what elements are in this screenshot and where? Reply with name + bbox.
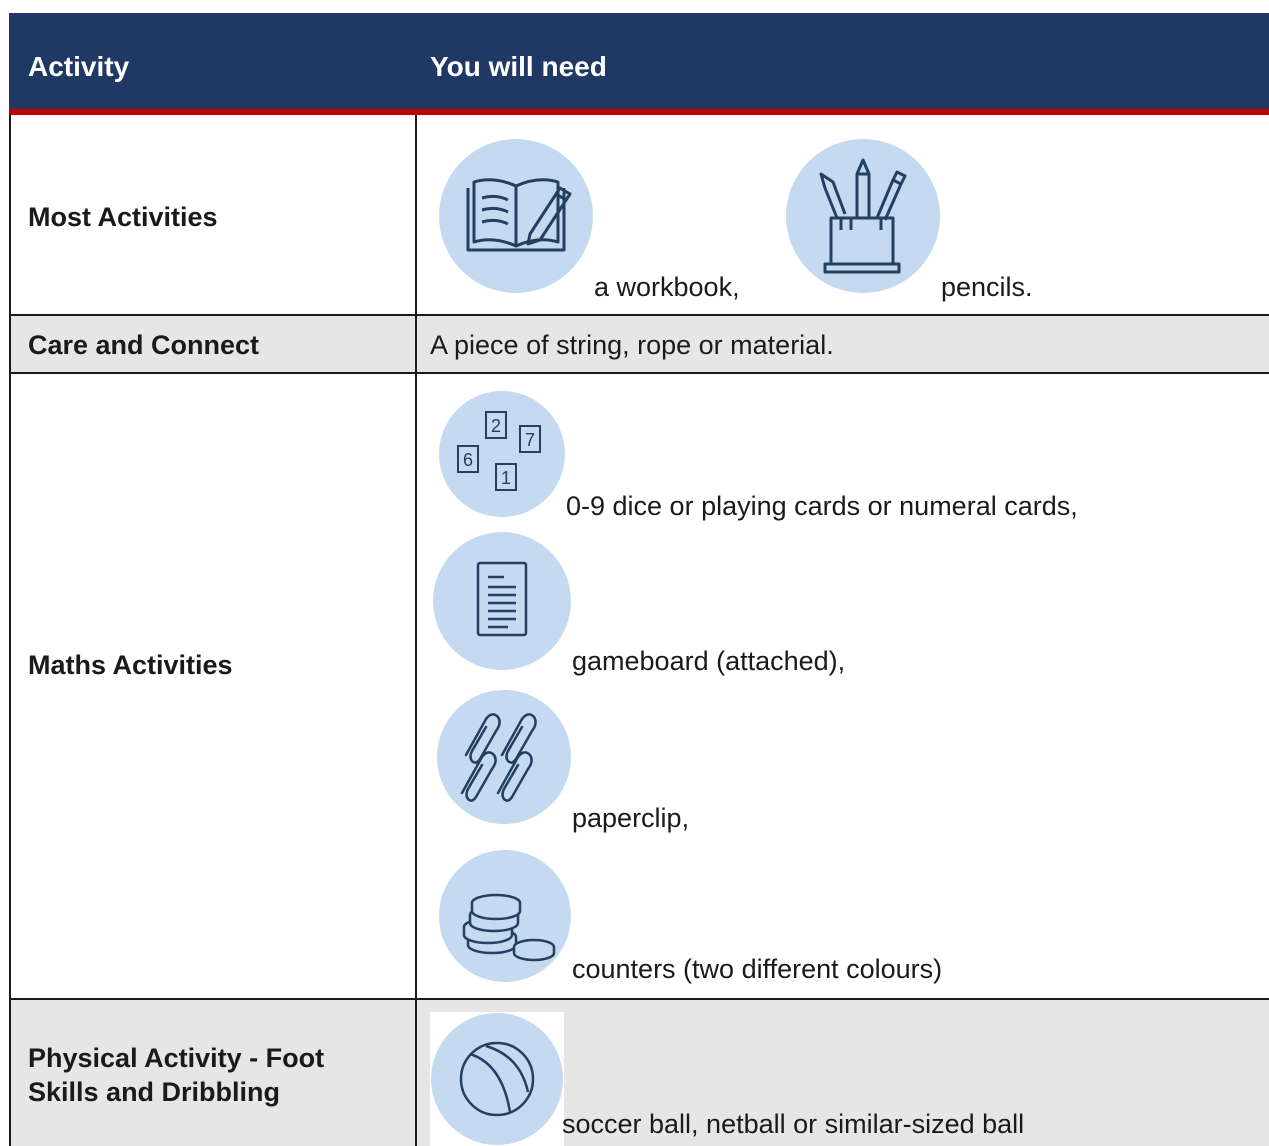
- header-you-will-need: You will need: [430, 51, 607, 82]
- column-divider: [415, 115, 417, 1146]
- row-divider: [9, 998, 1269, 1000]
- header-activity: Activity: [28, 51, 130, 82]
- row-divider: [9, 314, 1269, 316]
- card-label: 6: [463, 450, 473, 470]
- item-counters: counters (two different colours): [572, 954, 943, 984]
- number-cards-icon: 2 7 6 1: [438, 390, 566, 518]
- row-divider: [9, 372, 1269, 374]
- pencils-icon: [785, 138, 941, 294]
- item-string: A piece of string, rope or material.: [430, 330, 834, 360]
- table-header: Activity You will need: [9, 13, 1269, 115]
- counters-icon: [438, 849, 572, 983]
- item-cards: 0-9 dice or playing cards or numeral car…: [566, 491, 1078, 521]
- row-label-physical-activity-line1: Physical Activity - Foot: [28, 1043, 325, 1073]
- left-border: [9, 115, 11, 1146]
- item-gameboard: gameboard (attached),: [572, 646, 846, 676]
- document-icon: [432, 531, 572, 671]
- card-label: 1: [501, 468, 511, 488]
- item-paperclip: paperclip,: [572, 803, 690, 833]
- row-label-most-activities: Most Activities: [28, 202, 218, 232]
- row-label-physical-activity-line2: Skills and Dribbling: [28, 1077, 281, 1107]
- activity-table: Activity You will need Most Activities a…: [9, 13, 1269, 1146]
- row-label-maths-activities: Maths Activities: [28, 650, 233, 680]
- item-workbook: a workbook,: [594, 272, 740, 302]
- workbook-icon: [438, 138, 594, 294]
- card-label: 2: [491, 416, 501, 436]
- ball-icon: [430, 1012, 564, 1146]
- row-label-care-and-connect: Care and Connect: [28, 330, 260, 360]
- item-pencils: pencils.: [941, 272, 1033, 302]
- card-label: 7: [525, 430, 535, 450]
- item-ball: soccer ball, netball or similar-sized ba…: [562, 1109, 1025, 1139]
- row-maths-activities: [9, 373, 1269, 999]
- paperclip-icon: [436, 689, 572, 825]
